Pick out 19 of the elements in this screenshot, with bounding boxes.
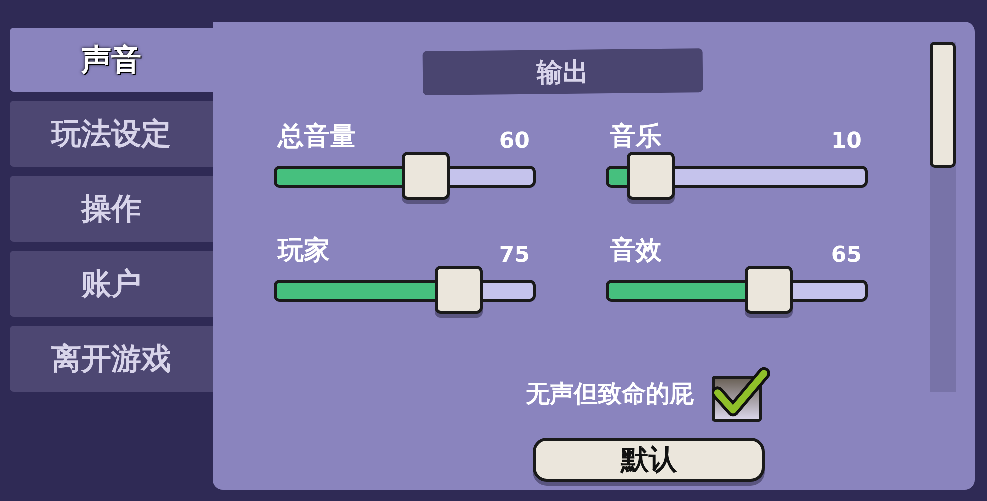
menu-tab[interactable]: 离开游戏 bbox=[10, 326, 213, 392]
slider-value: 60 bbox=[499, 129, 530, 154]
slider-label: 音乐 bbox=[610, 121, 662, 154]
menu-tab[interactable]: 声音 bbox=[10, 28, 213, 92]
menu-tab[interactable]: 操作 bbox=[10, 176, 213, 242]
section-header: 输出 bbox=[422, 48, 704, 96]
slider-value: 10 bbox=[831, 129, 862, 154]
scrollbar-thumb[interactable] bbox=[930, 42, 956, 168]
checkbox[interactable] bbox=[712, 366, 770, 422]
menu-tab[interactable]: 玩法设定 bbox=[10, 101, 213, 167]
toggle-label: 无声但致命的屁 bbox=[526, 379, 694, 410]
scrollbar[interactable] bbox=[930, 42, 956, 392]
slider-label: 玩家 bbox=[278, 235, 330, 268]
slider-value: 65 bbox=[831, 243, 862, 268]
checkmark-icon bbox=[712, 366, 770, 418]
slider-label: 总音量 bbox=[278, 121, 356, 154]
menu-tab[interactable]: 账户 bbox=[10, 251, 213, 317]
slider-label: 音效 bbox=[610, 235, 662, 268]
slider-value: 75 bbox=[499, 243, 530, 268]
